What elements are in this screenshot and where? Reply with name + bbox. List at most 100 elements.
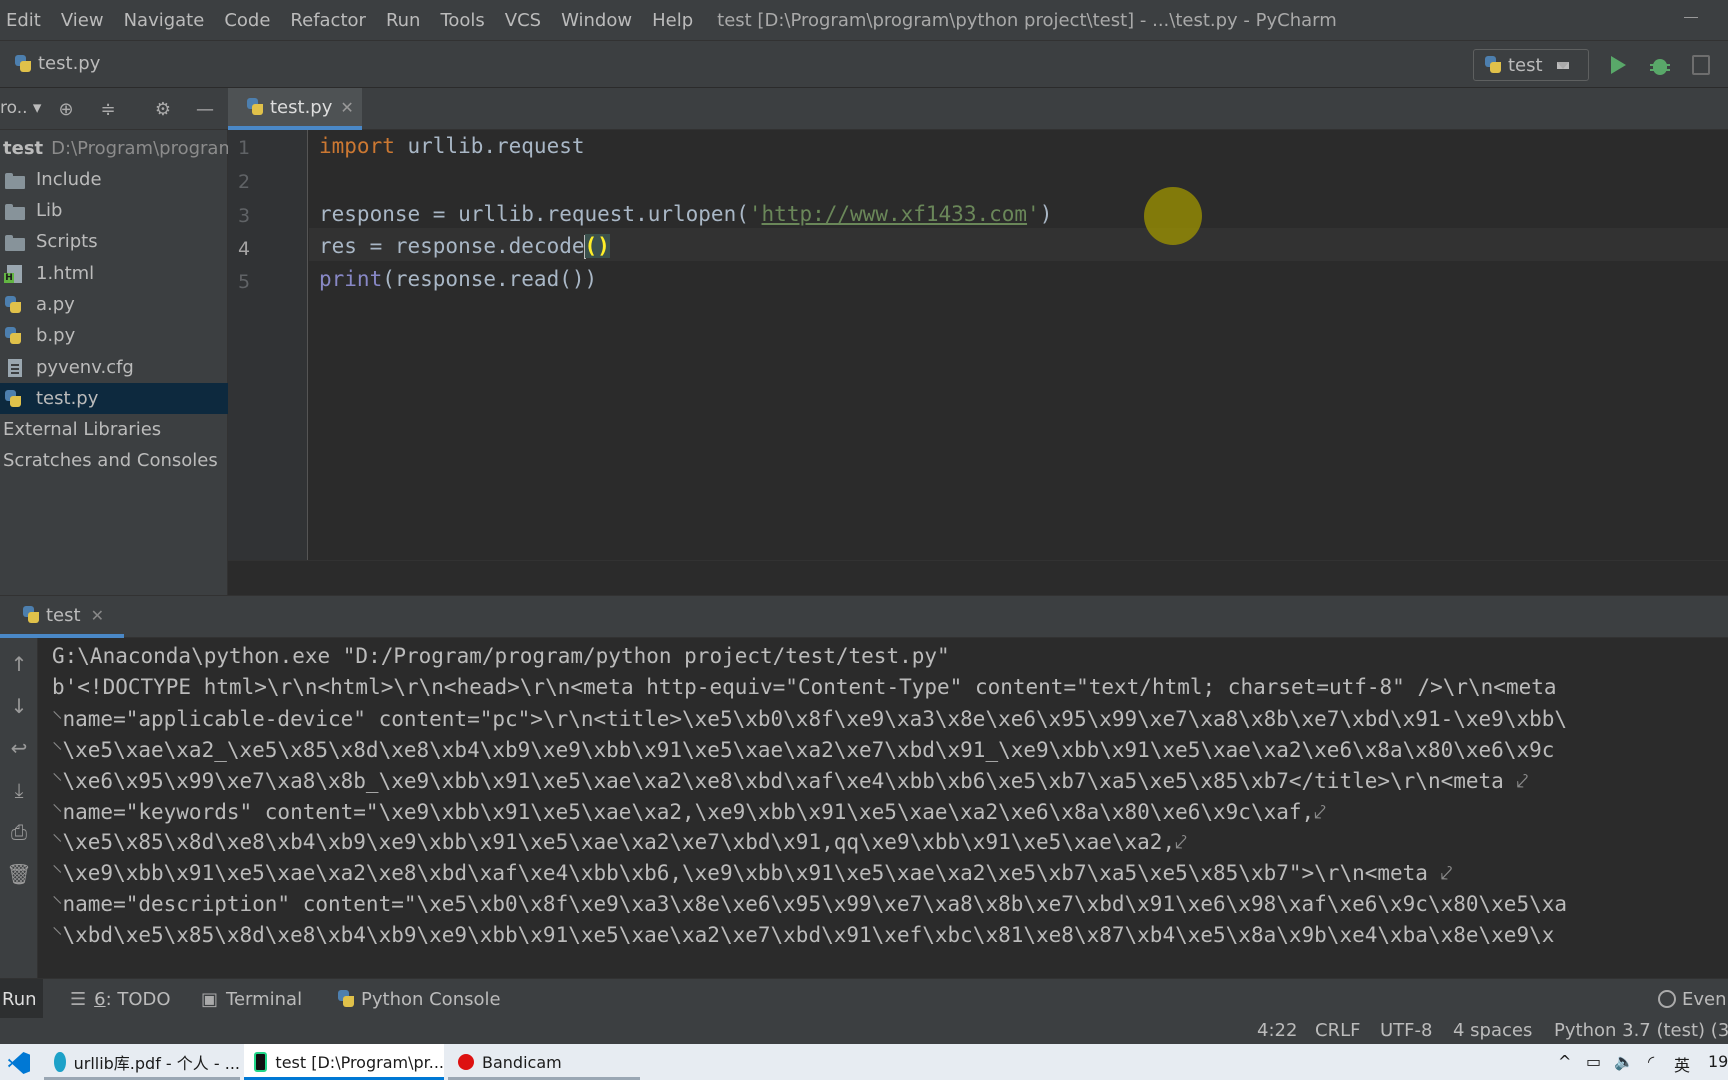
- file-encoding[interactable]: UTF-8: [1380, 1020, 1432, 1041]
- project-view-selector[interactable]: ro.. ▾: [0, 98, 41, 118]
- vscode-icon[interactable]: [8, 1052, 30, 1074]
- trash-icon[interactable]: 🗑: [0, 860, 38, 888]
- tab-test-py[interactable]: test.py ✕: [228, 88, 362, 130]
- code-token: ): [1039, 202, 1053, 226]
- console-text: name="applicable-device" content="pc">\r…: [62, 707, 1568, 731]
- menu-help[interactable]: Help: [642, 10, 703, 31]
- soft-wrap-icon[interactable]: ↩: [0, 734, 38, 762]
- tree-item-path: D:\Program\program: [51, 138, 228, 159]
- run-icon[interactable]: [1611, 56, 1626, 74]
- tab-run-test[interactable]: test ✕: [0, 596, 124, 638]
- keyword-token: import: [319, 134, 395, 158]
- locate-file-icon[interactable]: ⊕: [56, 100, 76, 120]
- matched-brace-token: (): [584, 234, 610, 258]
- tree-item-scratches[interactable]: Scratches and Consoles: [0, 445, 228, 476]
- menu-code[interactable]: Code: [214, 10, 280, 31]
- html-file-icon: [4, 264, 26, 283]
- soft-wrap-icon: ⸌: [52, 738, 63, 762]
- clock[interactable]: 19: [1708, 1052, 1728, 1071]
- line-number: 1: [238, 137, 251, 159]
- wrap-arrow-icon: ⤦: [1314, 800, 1326, 824]
- tree-item-external-libraries[interactable]: External Libraries: [0, 414, 228, 445]
- code-editor[interactable]: import urllib.request response = urllib.…: [309, 130, 1728, 560]
- todo-tool-button[interactable]: ☰ 6: TODO: [70, 979, 171, 1019]
- code-line-3: response = urllib.request.urlopen('http:…: [319, 202, 1052, 226]
- tree-item-test-py[interactable]: test.py: [0, 383, 228, 414]
- volume-icon[interactable]: 🔈: [1614, 1052, 1634, 1071]
- menu-tools[interactable]: Tools: [430, 10, 494, 31]
- line-number: 2: [238, 171, 251, 193]
- event-log-tool-button[interactable]: Even: [1658, 979, 1727, 1019]
- menu-refactor[interactable]: Refactor: [280, 10, 376, 31]
- python-console-tool-button[interactable]: Python Console: [337, 979, 501, 1019]
- run-with-coverage-icon[interactable]: [1692, 55, 1710, 75]
- down-arrow-icon[interactable]: ↓: [0, 692, 38, 720]
- ime-indicator[interactable]: 英: [1674, 1052, 1690, 1076]
- line-number-gutter: 1 2 3 4 5: [228, 130, 308, 560]
- run-tool-window-header: test ✕: [0, 595, 1728, 638]
- editor-tab-bar: test.py ✕: [228, 88, 1728, 130]
- terminal-tool-button[interactable]: ▣ Terminal: [201, 979, 302, 1019]
- menu-vcs[interactable]: VCS: [495, 10, 551, 31]
- taskbar-app-pycharm[interactable]: test [D:\Program\pr...: [244, 1044, 444, 1080]
- run-configuration-selector[interactable]: test: [1473, 49, 1589, 81]
- chevron-up-icon[interactable]: ^: [1558, 1052, 1571, 1071]
- gear-icon[interactable]: ⚙: [153, 100, 173, 120]
- run-tool-button[interactable]: Run: [0, 979, 43, 1019]
- run-console-output[interactable]: G:\Anaconda\python.exe "D:/Program/progr…: [38, 638, 1728, 978]
- network-icon[interactable]: ◜: [1648, 1052, 1654, 1071]
- tree-item-label: External Libraries: [3, 419, 162, 440]
- python-file-icon: [4, 389, 26, 408]
- tree-item-scripts[interactable]: Scripts: [0, 226, 228, 257]
- config-file-icon: [4, 358, 26, 377]
- console-line: ⸌\xe9\xbb\x91\xe5\xae\xa2\xe8\xbd\xaf\xe…: [52, 859, 1452, 887]
- line-number: 3: [238, 205, 251, 227]
- taskbar-app-bandicam[interactable]: Bandicam: [448, 1044, 640, 1080]
- soft-wrap-icon: ⸌: [52, 800, 63, 824]
- taskbar-app-pdf[interactable]: urllib库.pdf - 个人 - ...: [44, 1044, 240, 1080]
- tree-item-project-root[interactable]: test D:\Program\program: [0, 133, 228, 164]
- tree-item-label: Scripts: [36, 231, 98, 252]
- wrap-arrow-icon: ⤦: [1427, 861, 1453, 885]
- run-tool-label: Run: [2, 988, 37, 1010]
- line-separator[interactable]: CRLF: [1315, 1020, 1360, 1041]
- tree-item-label: Scratches and Consoles: [3, 450, 218, 471]
- list-icon: ☰: [70, 988, 87, 1010]
- tree-item-1-html[interactable]: 1.html: [0, 258, 228, 289]
- tree-item-lib[interactable]: Lib: [0, 195, 228, 226]
- code-token: response = urllib.request.urlopen(: [319, 202, 749, 226]
- debug-icon[interactable]: [1650, 55, 1670, 75]
- console-line: ⸌name="description" content="\xe5\xb0\x8…: [52, 890, 1567, 918]
- url-link[interactable]: http://www.xf1433.com: [762, 202, 1028, 226]
- print-icon[interactable]: ⎙: [0, 818, 38, 846]
- breadcrumb-file[interactable]: test.py: [14, 53, 100, 74]
- hide-panel-icon[interactable]: —: [195, 100, 215, 120]
- soft-wrap-icon: ⸌: [52, 830, 63, 854]
- up-arrow-icon[interactable]: ↑: [0, 650, 38, 678]
- python-interpreter[interactable]: Python 3.7 (test) (3: [1554, 1020, 1728, 1041]
- editor-bottom-area: [228, 560, 1728, 595]
- menu-run[interactable]: Run: [376, 10, 431, 31]
- soft-wrap-icon: ⸌: [52, 923, 63, 947]
- mouse-click-marker: [1144, 187, 1202, 245]
- close-icon[interactable]: ✕: [91, 606, 104, 625]
- tree-item-a-py[interactable]: a.py: [0, 289, 228, 320]
- tree-item-include[interactable]: Include: [0, 164, 228, 195]
- minimize-window-button[interactable]: [1684, 4, 1698, 18]
- menu-navigate[interactable]: Navigate: [114, 10, 215, 31]
- collapse-all-icon[interactable]: ≑: [98, 100, 118, 120]
- close-icon[interactable]: ✕: [340, 98, 353, 117]
- battery-icon[interactable]: ▭: [1586, 1052, 1601, 1071]
- python-file-icon: [4, 326, 26, 345]
- scroll-to-end-icon[interactable]: ⤓: [0, 776, 38, 804]
- menu-edit[interactable]: Edit: [0, 10, 51, 31]
- caret-position[interactable]: 4:22: [1257, 1020, 1297, 1041]
- menu-window[interactable]: Window: [551, 10, 642, 31]
- tree-item-b-py[interactable]: b.py: [0, 320, 228, 351]
- code-line-5: print(response.read()): [319, 267, 597, 291]
- indent-setting[interactable]: 4 spaces: [1453, 1020, 1532, 1041]
- code-line-4: res = response.decode(): [319, 234, 610, 259]
- menu-view[interactable]: View: [51, 10, 114, 31]
- tree-item-pyvenv-cfg[interactable]: pyvenv.cfg: [0, 352, 228, 383]
- tree-item-label: Lib: [36, 200, 63, 221]
